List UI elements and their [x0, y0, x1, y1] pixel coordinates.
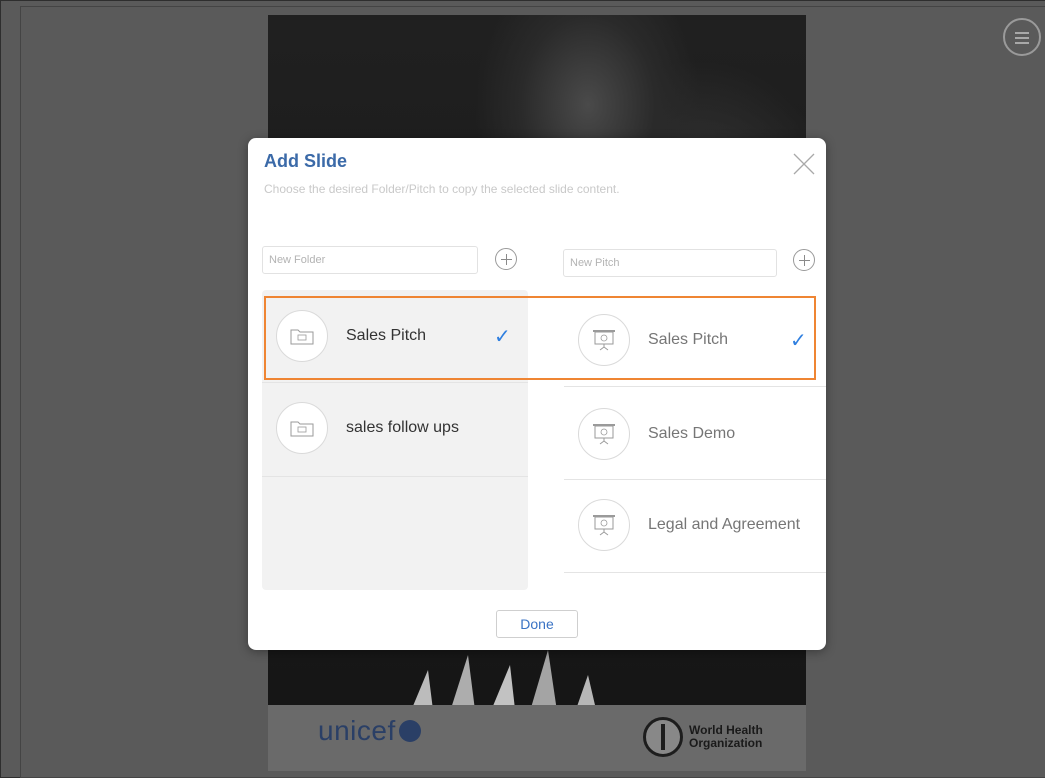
pitch-item-legal-and-agreement[interactable]: Legal and Agreement: [578, 499, 822, 551]
new-pitch-input[interactable]: [563, 249, 777, 277]
divider: [564, 386, 826, 387]
pitch-item-label: Sales Demo: [648, 425, 736, 442]
pitch-item-label: Sales Pitch: [648, 331, 729, 348]
folder-icon: [290, 329, 314, 345]
presentation-icon: [593, 424, 615, 445]
presentation-icon: [593, 515, 615, 536]
presentation-icon: [593, 330, 615, 351]
folder-icon: [290, 421, 314, 437]
menu-button[interactable]: [1003, 18, 1041, 56]
new-folder-input[interactable]: [262, 246, 478, 274]
folder-item-label: Sales Pitch: [346, 327, 427, 344]
divider: [262, 476, 528, 477]
done-button[interactable]: Done: [496, 610, 578, 638]
add-slide-dialog: Add Slide Choose the desired Folder/Pitc…: [248, 138, 826, 650]
pitch-item-sales-demo[interactable]: Sales Demo: [578, 408, 822, 460]
who-logo: World Health Organization: [643, 717, 763, 757]
dialog-subtitle: Choose the desired Folder/Pitch to copy …: [264, 182, 620, 196]
folder-list: Sales Pitch ✓ sales follow ups: [262, 290, 528, 590]
pitch-item-label: Legal and Agreement: [648, 516, 801, 533]
folder-item-sales-follow-ups[interactable]: sales follow ups: [276, 402, 520, 454]
menu-icon: [1015, 32, 1029, 34]
folder-item-label: sales follow ups: [346, 419, 459, 436]
divider: [262, 382, 528, 383]
close-icon[interactable]: [792, 152, 816, 176]
unicef-globe-icon: [398, 720, 421, 742]
pitch-item-sales-pitch[interactable]: Sales Pitch ✓: [578, 314, 822, 366]
who-emblem-icon: [643, 717, 683, 757]
divider: [564, 479, 826, 480]
divider: [564, 572, 826, 573]
add-pitch-button[interactable]: [793, 249, 815, 271]
unicef-logo: unicef: [318, 715, 421, 747]
check-icon: ✓: [494, 326, 511, 348]
logo-footer: unicef World Health Organization: [268, 705, 806, 771]
dialog-title: Add Slide: [264, 151, 348, 171]
check-icon: ✓: [790, 330, 807, 352]
folder-item-sales-pitch[interactable]: Sales Pitch ✓: [276, 310, 520, 362]
add-folder-button[interactable]: [495, 248, 517, 270]
